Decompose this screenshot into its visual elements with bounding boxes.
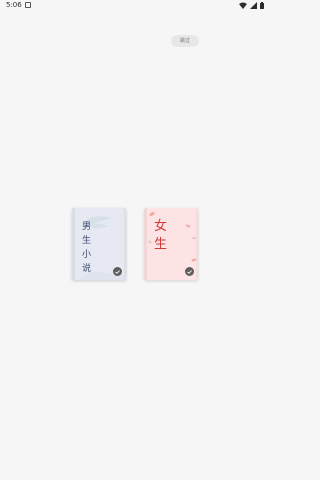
check-icon (185, 267, 194, 276)
battery-icon (260, 2, 264, 9)
status-icons (239, 2, 264, 9)
card-title: 女生 (154, 219, 168, 252)
skip-button[interactable]: 跳过 (171, 35, 199, 47)
notification-icon (25, 2, 31, 8)
card-title: 男生小说 (82, 222, 92, 274)
status-time: 5:06 (6, 1, 22, 9)
check-icon (113, 267, 122, 276)
signal-icon (250, 2, 257, 9)
female-novel-card[interactable]: 女生 (144, 208, 198, 280)
wifi-icon (239, 2, 247, 9)
status-bar: 5:06 (0, 0, 270, 14)
male-novel-card[interactable]: 男生小说 (72, 208, 126, 280)
